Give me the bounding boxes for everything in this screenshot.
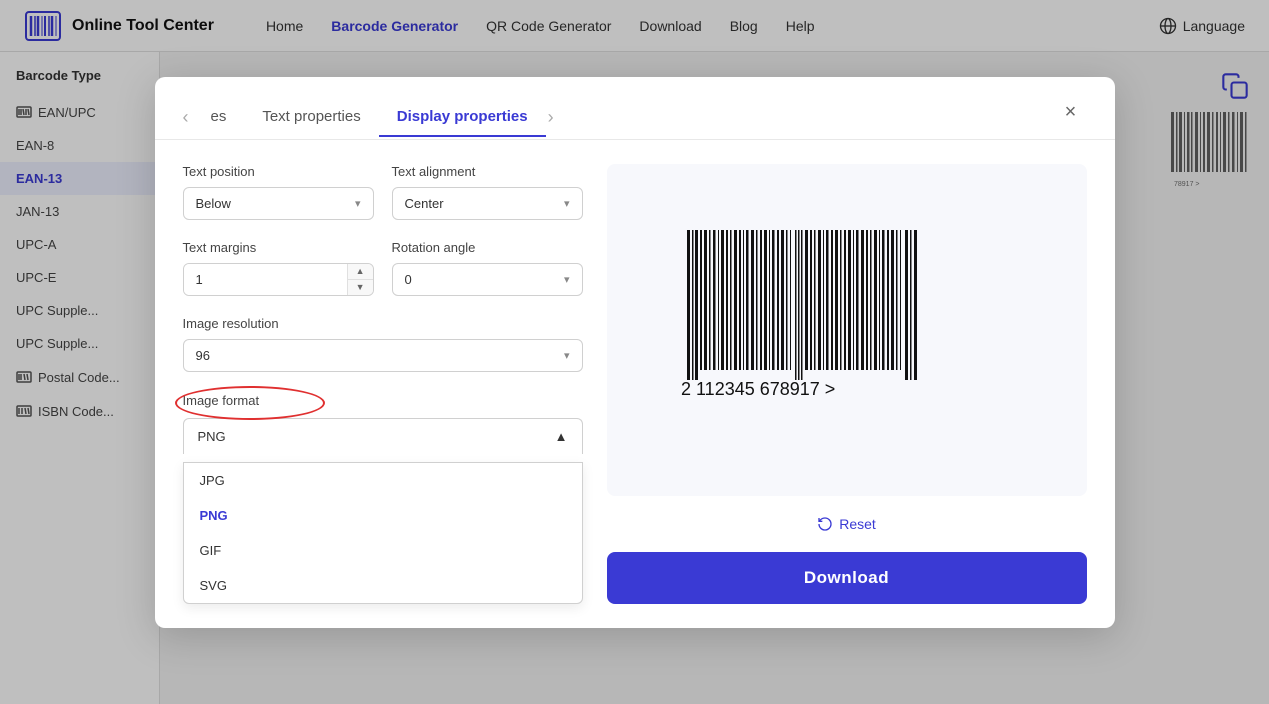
modal-close-button[interactable]: × xyxy=(1055,97,1087,129)
margins-down-button[interactable]: ▼ xyxy=(348,280,373,295)
barcode-preview-box: 2 112345 678917 > xyxy=(607,164,1087,496)
tab-prev-arrow[interactable]: ‹ xyxy=(183,107,189,128)
download-button[interactable]: Download xyxy=(607,552,1087,604)
reset-icon xyxy=(817,516,833,532)
format-option-gif[interactable]: GIF xyxy=(184,533,582,568)
text-position-label: Text position xyxy=(183,164,374,179)
tab-nav: ‹ es Text properties Display properties … xyxy=(183,98,554,137)
text-margins-input[interactable] xyxy=(184,264,347,295)
modal-body: Text position Below ▾ Text alignment Cen… xyxy=(155,140,1115,628)
text-pos-align-row: Text position Below ▾ Text alignment Cen… xyxy=(183,164,583,220)
modal-left-panel: Text position Below ▾ Text alignment Cen… xyxy=(183,164,583,604)
text-margins-label: Text margins xyxy=(183,240,374,255)
reset-button[interactable]: Reset xyxy=(817,512,876,536)
format-option-jpg[interactable]: JPG xyxy=(184,463,582,498)
image-format-current-value: PNG xyxy=(198,429,226,444)
text-position-chevron: ▾ xyxy=(355,197,361,210)
image-resolution-select[interactable]: 96 ▾ xyxy=(183,339,583,372)
image-resolution-chevron: ▾ xyxy=(564,349,570,362)
format-dropdown: JPG PNG GIF SVG xyxy=(183,462,583,604)
text-position-group: Text position Below ▾ xyxy=(183,164,374,220)
rotation-angle-select[interactable]: 0 ▾ xyxy=(392,263,583,296)
text-alignment-group: Text alignment Center ▾ xyxy=(392,164,583,220)
modal-header: ‹ es Text properties Display properties … xyxy=(155,77,1115,140)
tab-es[interactable]: es xyxy=(193,98,245,137)
image-format-label-wrapper: Image format xyxy=(183,392,583,410)
rotation-angle-label: Rotation angle xyxy=(392,240,583,255)
reset-label: Reset xyxy=(839,516,876,532)
text-position-select[interactable]: Below ▾ xyxy=(183,187,374,220)
text-position-value: Below xyxy=(196,196,231,211)
margins-arrows: ▲ ▼ xyxy=(347,264,373,295)
image-resolution-label: Image resolution xyxy=(183,316,583,331)
tab-next-arrow[interactable]: › xyxy=(548,107,554,128)
barcode-svg-wrapper: 2 112345 678917 > xyxy=(667,220,1027,440)
margins-rotation-row: Text margins ▲ ▼ Rotation angle 0 xyxy=(183,240,583,296)
text-alignment-chevron: ▾ xyxy=(564,197,570,210)
text-alignment-select[interactable]: Center ▾ xyxy=(392,187,583,220)
text-alignment-label: Text alignment xyxy=(392,164,583,179)
text-margins-group: Text margins ▲ ▼ xyxy=(183,240,374,296)
margins-up-button[interactable]: ▲ xyxy=(348,264,373,280)
image-format-label: Image format xyxy=(183,393,260,408)
image-resolution-value: 96 xyxy=(196,348,210,363)
format-option-svg[interactable]: SVG xyxy=(184,568,582,603)
rotation-angle-chevron: ▾ xyxy=(564,273,570,286)
image-format-select-open[interactable]: PNG ▲ xyxy=(183,418,583,454)
format-option-png[interactable]: PNG xyxy=(184,498,582,533)
image-format-chevron-up: ▲ xyxy=(555,429,568,444)
modal-right-panel: 2 112345 678917 > Reset Download xyxy=(607,164,1087,604)
tab-text-properties[interactable]: Text properties xyxy=(244,98,378,137)
rotation-angle-value: 0 xyxy=(405,272,412,287)
modal-overlay: ‹ es Text properties Display properties … xyxy=(0,0,1269,704)
modal: ‹ es Text properties Display properties … xyxy=(155,77,1115,628)
barcode-text: 2 112345 678917 > xyxy=(681,379,835,399)
barcode-svg: 2 112345 678917 > xyxy=(667,220,1027,420)
tab-display-properties[interactable]: Display properties xyxy=(379,98,546,137)
text-margins-input-wrapper: ▲ ▼ xyxy=(183,263,374,296)
text-alignment-value: Center xyxy=(405,196,444,211)
image-resolution-group: Image resolution 96 ▾ xyxy=(183,316,583,372)
rotation-angle-group: Rotation angle 0 ▾ xyxy=(392,240,583,296)
reset-area: Reset xyxy=(607,512,1087,536)
image-format-group: Image format PNG ▲ JPG PNG xyxy=(183,392,583,604)
